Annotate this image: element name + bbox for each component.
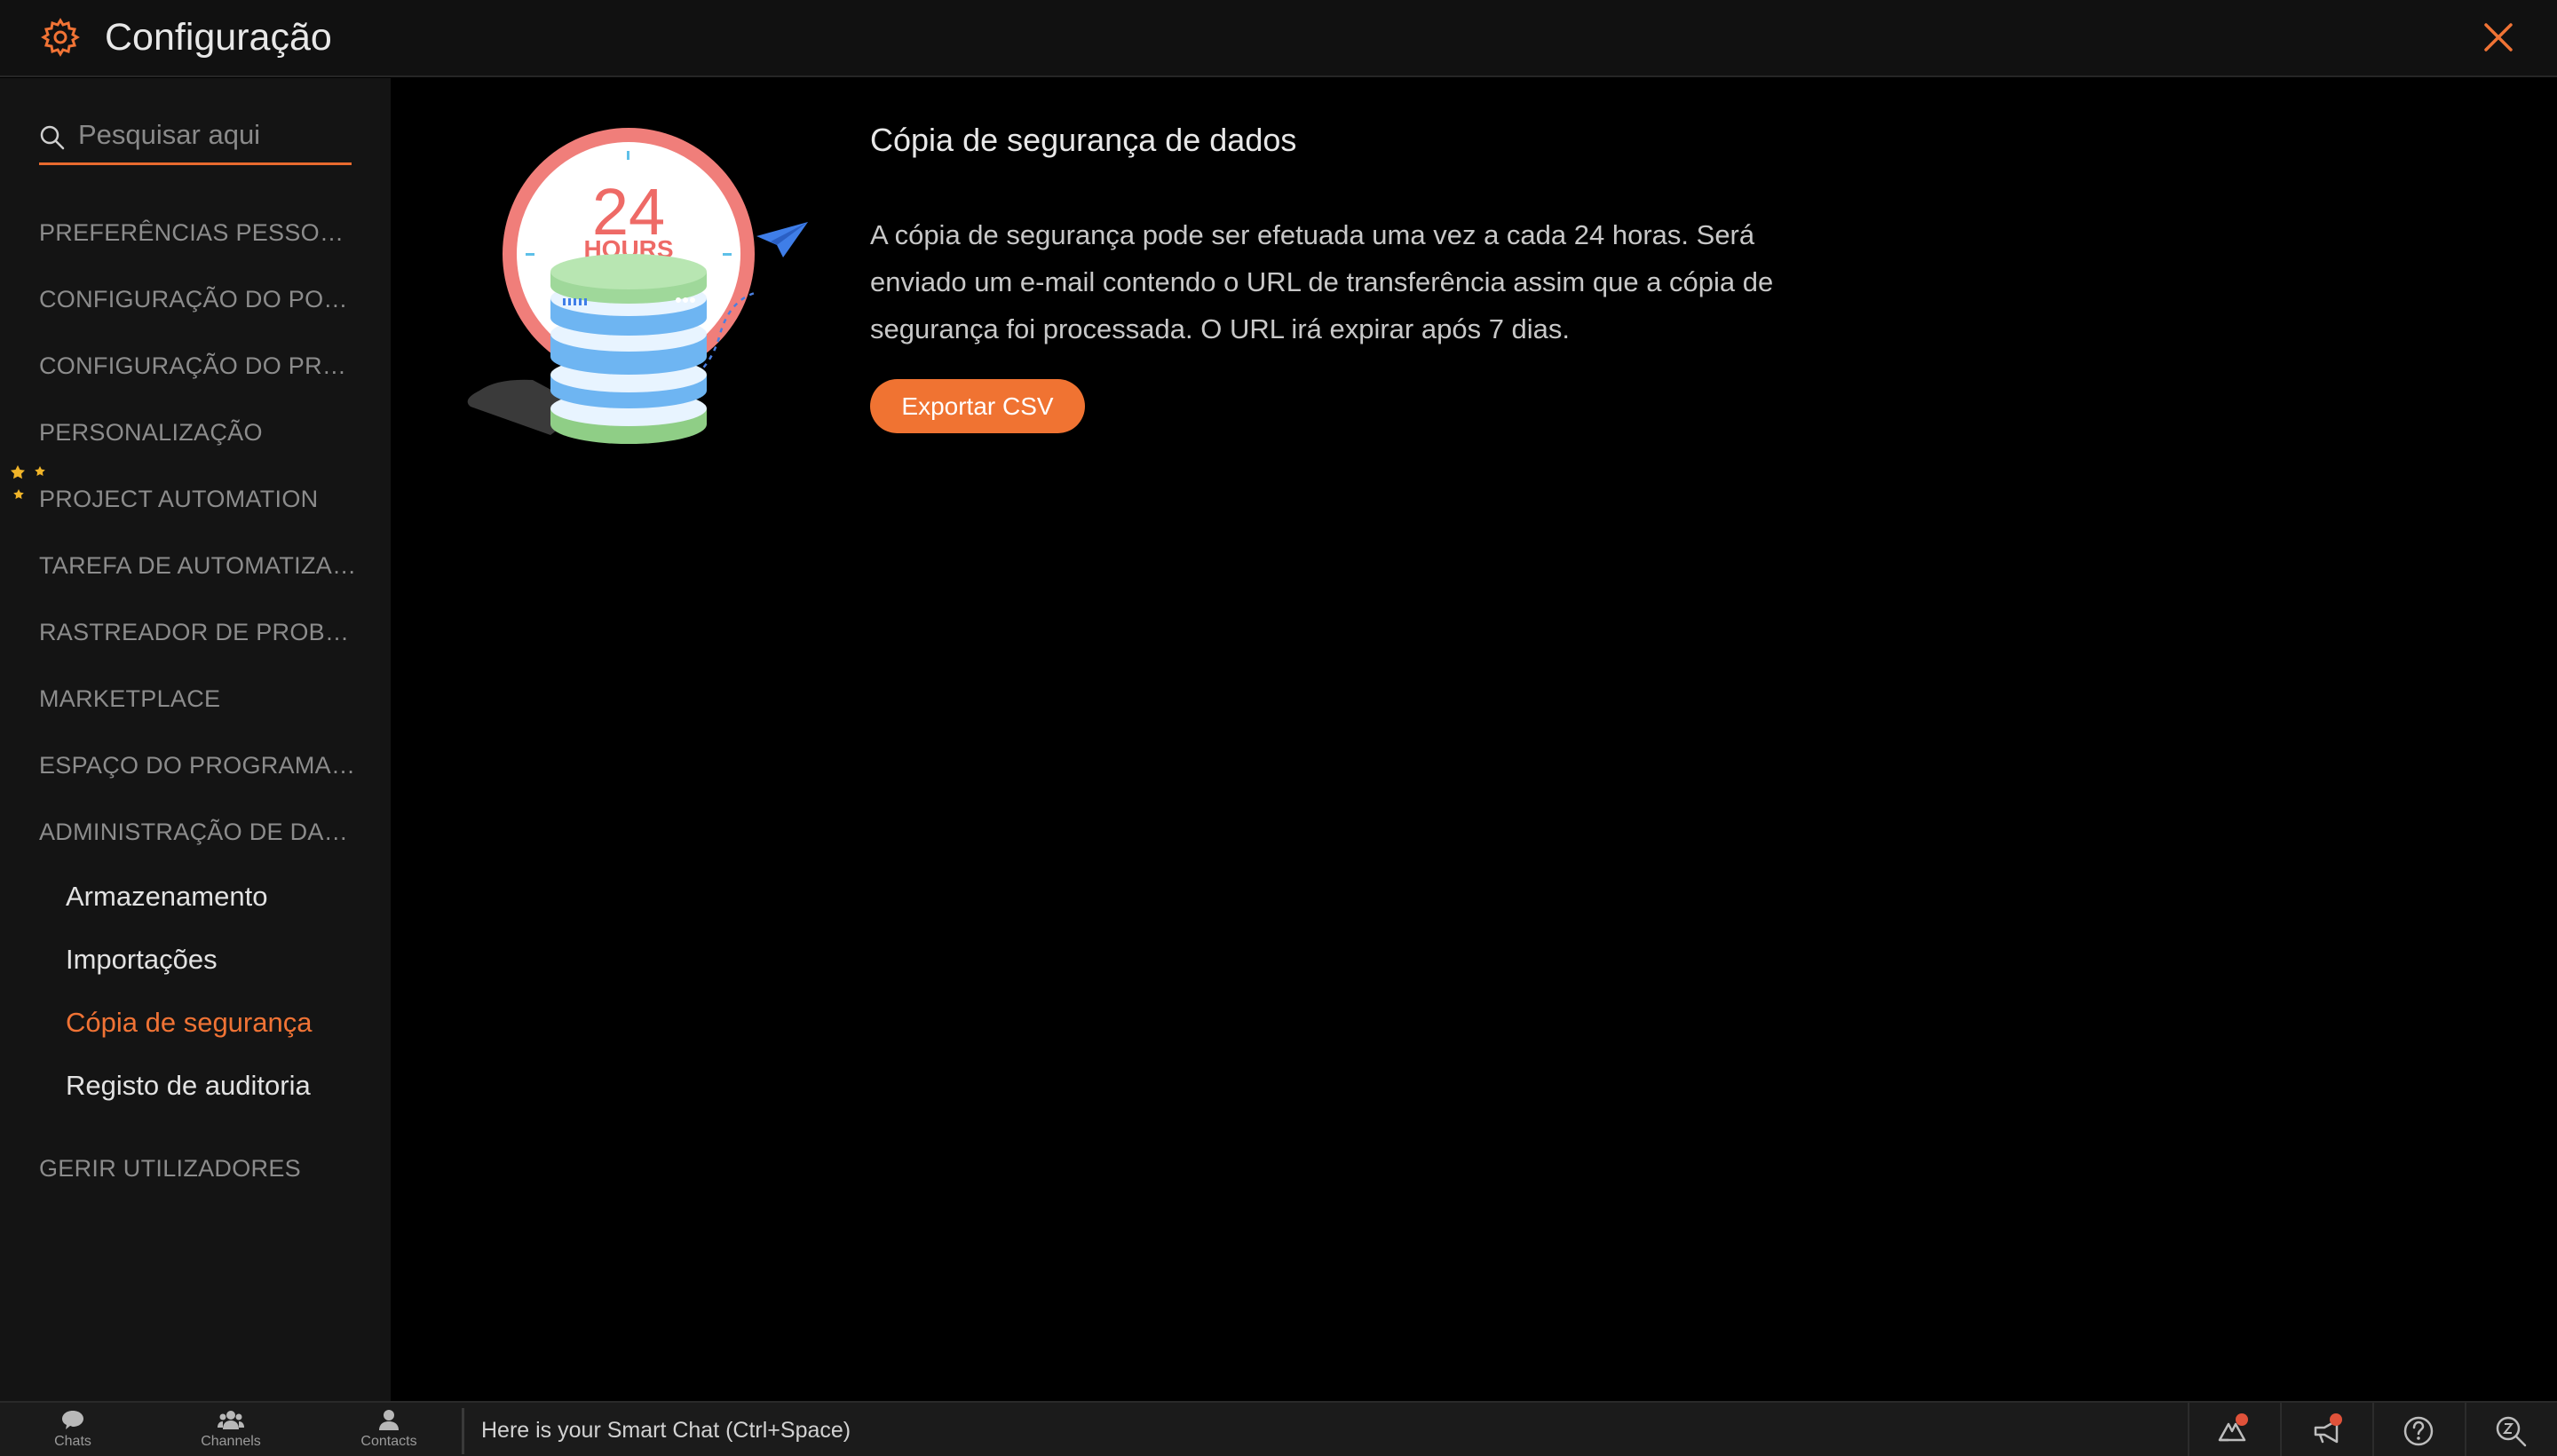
separator <box>2465 1403 2466 1456</box>
close-icon[interactable] <box>2479 18 2518 57</box>
separator <box>2188 1403 2189 1456</box>
sidebar-item-project-automation[interactable]: PROJECT AUTOMATION <box>39 481 359 517</box>
content-title: Cópia de segurança de dados <box>870 122 1297 158</box>
sidebar-item-configuracao-portal[interactable]: CONFIGURAÇÃO DO POR... <box>39 281 359 317</box>
sidebar-subitem-copia-seguranca[interactable]: Cópia de segurança <box>66 1003 368 1042</box>
bottom-bar: Chats Channels Contacts Here is your Sma… <box>0 1401 2557 1456</box>
sidebar-item-preferencias-pessoais[interactable]: PREFERÊNCIAS PESSOAIS <box>39 215 359 250</box>
sidebar-subitem-armazenamento[interactable]: Armazenamento <box>66 877 368 916</box>
export-csv-button[interactable]: Exportar CSV <box>870 379 1085 433</box>
sidebar-item-gerir-utilizadores[interactable]: GERIR UTILIZADORES <box>39 1151 359 1186</box>
search-icon <box>40 125 65 150</box>
backup-24-hours-illustration: 24 HOURS <box>467 128 808 444</box>
sidebar-item-rastreador-problemas[interactable]: RASTREADOR DE PROBLE... <box>39 614 359 650</box>
chat-icon <box>62 1411 83 1429</box>
contacts-icon <box>379 1410 399 1430</box>
gear-icon <box>41 18 80 57</box>
sidebar-item-personalizacao[interactable]: PERSONALIZAÇÃO <box>39 415 359 450</box>
search-icon[interactable] <box>2491 1412 2530 1451</box>
tab-channels[interactable]: Channels <box>178 1408 284 1456</box>
separator <box>2372 1403 2374 1456</box>
bottom-bar-divider <box>462 1408 464 1454</box>
separator <box>2280 1403 2282 1456</box>
sidebar-subitem-registo-auditoria[interactable]: Registo de auditoria <box>66 1066 368 1105</box>
header: Configuração <box>0 0 2557 77</box>
search-input[interactable] <box>78 115 344 154</box>
sidebar-item-tarefa-automatizacao[interactable]: TAREFA DE AUTOMATIZAÇ... <box>39 548 359 583</box>
announcement-notification-badge <box>2330 1413 2342 1426</box>
search-box <box>39 110 352 165</box>
tab-contacts[interactable]: Contacts <box>336 1408 442 1456</box>
tab-chats[interactable]: Chats <box>20 1408 126 1456</box>
smart-chat-input[interactable]: Here is your Smart Chat (Ctrl+Space) <box>481 1415 851 1445</box>
tab-contacts-label: Contacts <box>360 1434 417 1449</box>
sidebar-item-administracao-dados[interactable]: ADMINISTRAÇÃO DE DAD... <box>39 814 359 850</box>
zia-notification-badge <box>2236 1413 2248 1426</box>
sidebar-item-espaco-programador[interactable]: ESPAÇO DO PROGRAMAD... <box>39 748 359 783</box>
sidebar-subitem-importacoes[interactable]: Importações <box>66 940 368 979</box>
help-icon[interactable] <box>2399 1412 2438 1451</box>
tab-chats-label: Chats <box>54 1434 91 1449</box>
sidebar-item-configuracao-projeto[interactable]: CONFIGURAÇÃO DO PRO... <box>39 348 359 384</box>
channels-icon <box>218 1411 244 1429</box>
sidebar-item-marketplace[interactable]: MARKETPLACE <box>39 681 359 716</box>
tab-channels-label: Channels <box>201 1434 261 1449</box>
sidebar: PREFERÊNCIAS PESSOAIS CONFIGURAÇÃO DO PO… <box>0 78 391 1401</box>
content-description: A cópia de segurança pode ser efetuada u… <box>870 219 1774 344</box>
page-title: Configuração <box>105 16 332 59</box>
